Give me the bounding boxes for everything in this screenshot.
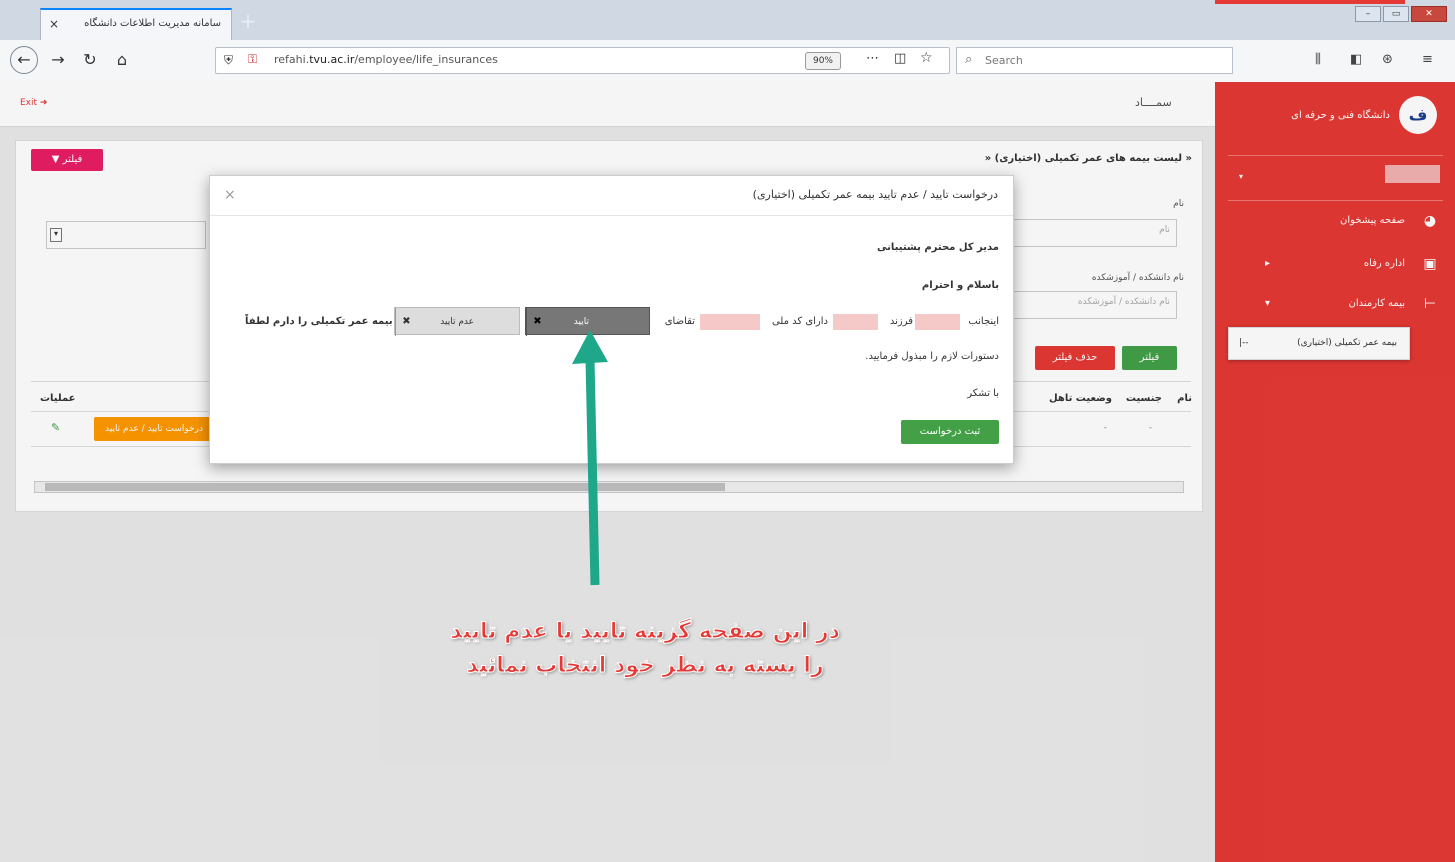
- redacted-name: [915, 314, 960, 330]
- window-close-icon[interactable]: ✕: [1411, 6, 1447, 22]
- modal-title: درخواست تایید / عدم تایید بیمه عمر تکمیل…: [752, 188, 998, 201]
- arrow-head: [572, 330, 608, 364]
- home-icon[interactable]: ⌂: [112, 49, 132, 71]
- insecure-lock-icon[interactable]: ⚿: [248, 52, 257, 67]
- arrow-shaft: [585, 359, 600, 586]
- address-bar[interactable]: ⛨ ⚿ refahi.tvu.ac.ir/employee/life_insur…: [215, 47, 950, 74]
- pocket-icon[interactable]: ◫: [894, 51, 906, 66]
- greeting: باسلام و احترام: [921, 280, 999, 291]
- reload-icon[interactable]: ↻: [80, 49, 100, 71]
- thanks-text: با تشکر: [967, 388, 999, 399]
- library-icon[interactable]: ⫼: [1315, 52, 1321, 67]
- browser-tab[interactable]: سامانه مدیریت اطلاعات دانشگاه ×: [40, 8, 232, 40]
- salutation: مدیر کل محترم پشتیبانی: [877, 242, 999, 253]
- submit-request-button[interactable]: ثبت درخواست: [901, 420, 999, 444]
- minimize-icon[interactable]: –: [1355, 6, 1381, 22]
- tab-close-icon[interactable]: ×: [49, 10, 59, 38]
- menu-icon[interactable]: ≡: [1422, 52, 1433, 67]
- annotation-arrow: [572, 330, 608, 586]
- new-tab-button[interactable]: +: [238, 11, 258, 32]
- page-actions-icon[interactable]: ⋯: [866, 51, 879, 66]
- maximize-icon[interactable]: ▭: [1383, 6, 1409, 22]
- remove-choice-icon[interactable]: ✖: [395, 308, 417, 336]
- back-icon[interactable]: ←: [10, 46, 38, 74]
- browser-chrome: سامانه مدیریت اطلاعات دانشگاه × + – ▭ ✕ …: [0, 0, 1455, 82]
- forward-icon[interactable]: →: [48, 49, 68, 71]
- nav-bar: ← → ↻ ⌂ ⛨ ⚿ refahi.tvu.ac.ir/employee/li…: [0, 40, 1455, 82]
- redacted-father: [833, 314, 878, 330]
- text-child-of: فرزند: [889, 316, 913, 327]
- shield-icon[interactable]: ⛨: [224, 53, 233, 68]
- annotation-line-2: را بسته به نظر خود انتخاب نمائید: [466, 653, 824, 679]
- annotation-text: در این صفحه گزینه تایید یا عدم تایید را …: [420, 615, 870, 683]
- search-bar[interactable]: ⌕ Search: [956, 47, 1233, 74]
- text-start: اینجانب: [968, 316, 999, 327]
- approve-label: تایید: [573, 317, 589, 327]
- text-request: تقاضای: [664, 316, 695, 327]
- accent-line: [1215, 0, 1405, 4]
- url-text[interactable]: refahi.tvu.ac.ir/employee/life_insurance…: [274, 53, 498, 66]
- text-national-code: دارای کد ملی: [771, 316, 828, 327]
- window-controls: – ▭ ✕: [1355, 6, 1447, 22]
- insurance-text: بیمه عمر تکمیلی را دارم لطفاً: [245, 316, 393, 327]
- close-icon[interactable]: ×: [224, 187, 236, 203]
- reject-label: عدم تایید: [440, 317, 474, 327]
- bookmark-star-icon[interactable]: ☆: [920, 50, 933, 66]
- account-icon[interactable]: ⊛: [1382, 52, 1393, 67]
- sidebar-toggle-icon[interactable]: ◧: [1350, 52, 1362, 67]
- modal-header: درخواست تایید / عدم تایید بیمه عمر تکمیل…: [210, 176, 1013, 216]
- search-icon: ⌕: [965, 52, 973, 67]
- annotation-line-1: در این صفحه گزینه تایید یا عدم تایید: [450, 619, 841, 645]
- instructions-text: دستورات لازم را مبذول فرمایید.: [865, 351, 999, 362]
- tab-title: سامانه مدیریت اطلاعات دانشگاه: [84, 18, 221, 29]
- remove-choice-icon[interactable]: ✖: [526, 308, 548, 336]
- title-bar: سامانه مدیریت اطلاعات دانشگاه × + – ▭ ✕: [0, 0, 1455, 40]
- zoom-level[interactable]: 90%: [805, 52, 841, 70]
- search-placeholder: Search: [985, 54, 1023, 67]
- reject-choice[interactable]: عدم تایید ✖: [394, 307, 520, 336]
- redacted-national-code: [700, 314, 760, 330]
